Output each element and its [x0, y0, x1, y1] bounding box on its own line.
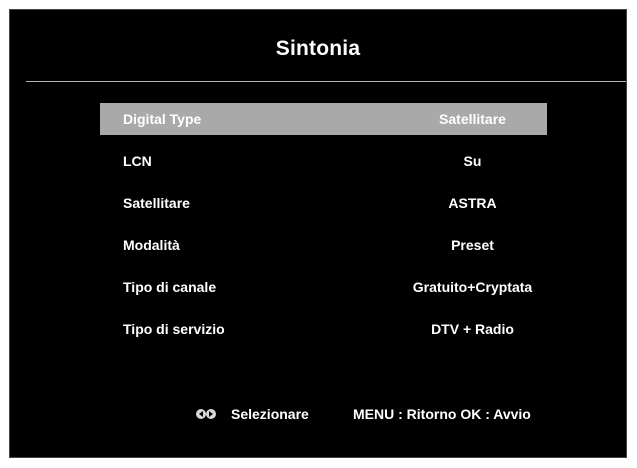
- tv-menu-screen: Sintonia Digital Type Satellitare LCN Su…: [9, 9, 627, 458]
- menu-item-label: Tipo di canale: [123, 279, 217, 295]
- menu-item-label: Satellitare: [123, 195, 190, 211]
- menu-item-tipo-di-servizio[interactable]: Tipo di servizio DTV + Radio: [100, 313, 547, 345]
- title-divider: [26, 81, 626, 82]
- settings-menu: Digital Type Satellitare LCN Su Satellit…: [100, 103, 547, 355]
- menu-item-label: Tipo di servizio: [123, 321, 225, 337]
- menu-item-lcn[interactable]: LCN Su: [100, 145, 547, 177]
- menu-item-value: Gratuito+Cryptata: [412, 279, 533, 295]
- menu-item-value: Su: [463, 153, 482, 169]
- menu-item-value: ASTRA: [448, 195, 497, 211]
- menu-item-digital-type[interactable]: Digital Type Satellitare: [100, 103, 547, 135]
- menu-item-tipo-di-canale[interactable]: Tipo di canale Gratuito+Cryptata: [100, 271, 547, 303]
- select-hint: Selezionare: [231, 406, 309, 422]
- menu-item-value: Preset: [451, 237, 494, 253]
- menu-ok-hint: MENU : Ritorno OK : Avvio: [353, 406, 531, 422]
- menu-item-modalita[interactable]: Modalità Preset: [100, 229, 547, 261]
- navigation-arrows-icon: [196, 409, 216, 419]
- page-title: Sintonia: [275, 37, 361, 60]
- menu-item-label: Modalità: [123, 237, 180, 253]
- menu-item-value: DTV + Radio: [431, 321, 514, 337]
- menu-item-label: LCN: [123, 153, 152, 169]
- menu-item-satellitare[interactable]: Satellitare ASTRA: [100, 187, 547, 219]
- menu-item-value: Satellitare: [439, 111, 506, 127]
- menu-item-label: Digital Type: [123, 111, 202, 127]
